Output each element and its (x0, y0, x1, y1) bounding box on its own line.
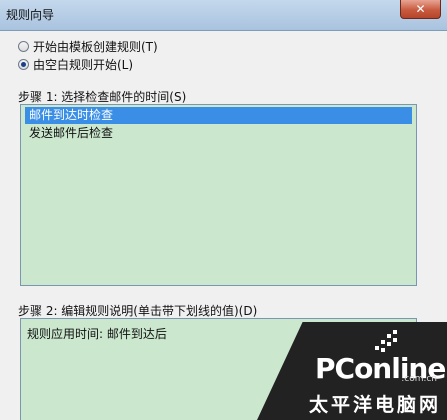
title-bar: 规则向导 ✕ (0, 0, 447, 31)
radio-option-blank[interactable]: 由空白规则开始(L) (18, 56, 133, 72)
step1-caption: 步骤 1: 选择检查邮件的时间(S) (18, 90, 187, 104)
radio-checked-icon[interactable] (18, 58, 29, 70)
window-title: 规则向导 (6, 8, 55, 22)
watermark-cn-text: 太平洋电脑网 (309, 394, 442, 416)
radio-unchecked-icon[interactable] (18, 40, 29, 52)
pconline-watermark: PConline .com.cn 太平洋电脑网 (257, 322, 447, 420)
close-icon: ✕ (415, 2, 426, 16)
check-time-listbox[interactable]: 邮件到达时检查 发送邮件后检查 (20, 104, 417, 286)
list-item-after-send[interactable]: 发送邮件后检查 (25, 125, 412, 142)
radio-label-blank: 由空白规则开始(L) (33, 57, 134, 72)
rule-description-text: 规则应用时间: 邮件到达后 (27, 327, 167, 341)
close-button[interactable]: ✕ (400, 0, 441, 19)
radio-label-template: 开始由模板创建规则(T) (33, 39, 158, 54)
step2-caption: 步骤 2: 编辑规则说明(单击带下划线的值)(D) (18, 304, 258, 318)
watermark-domain: .com.cn (401, 374, 437, 384)
list-item-on-arrival[interactable]: 邮件到达时检查 (25, 107, 412, 124)
radio-option-template[interactable]: 开始由模板创建规则(T) (18, 38, 158, 54)
